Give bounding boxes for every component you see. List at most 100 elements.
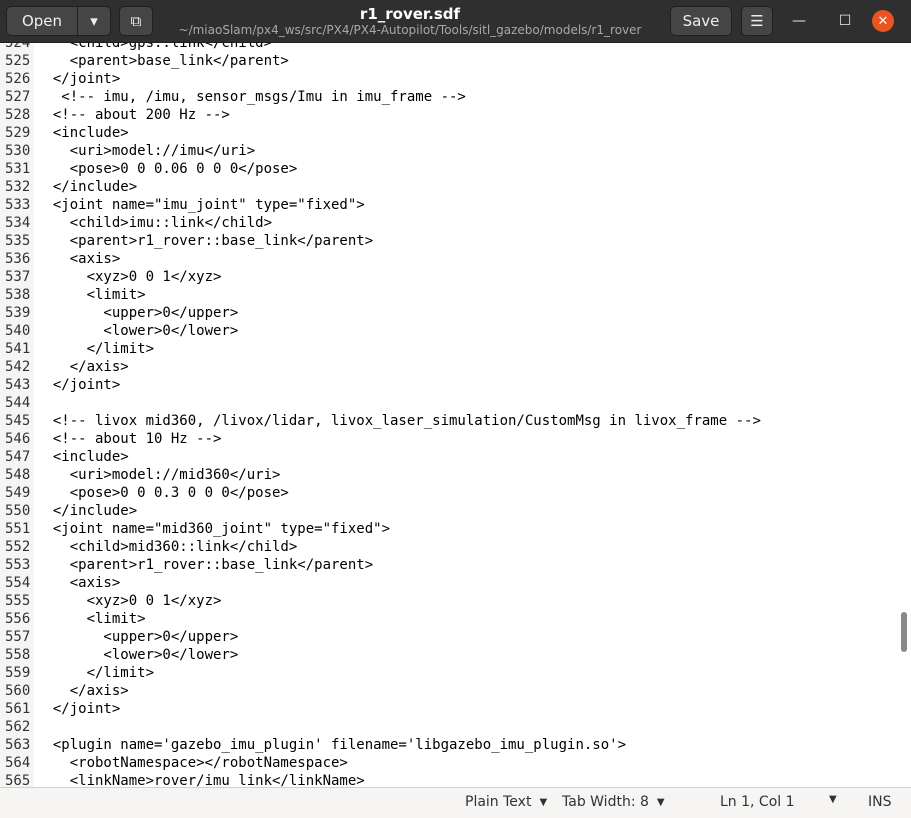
line-number: 543	[5, 377, 31, 393]
line-text: <!-- about 200 Hz -->	[36, 107, 230, 123]
cursor-position[interactable]: Ln 1, Col 1	[720, 794, 795, 810]
line-number: 549	[5, 485, 31, 501]
line-text: <limit>	[36, 611, 146, 627]
line-text: <linkName>rover/imu_link</linkName>	[36, 773, 365, 787]
line-text: <limit>	[36, 287, 146, 303]
line-text: <!-- imu, /imu, sensor_msgs/Imu in imu_f…	[36, 89, 466, 105]
hamburger-icon: ☰	[750, 12, 764, 30]
line-number: 532	[5, 179, 31, 195]
line-number: 562	[5, 719, 31, 735]
line-text: <!-- livox mid360, /livox/lidar, livox_l…	[36, 413, 761, 429]
line-number: 540	[5, 323, 31, 339]
line-text: <joint name="imu_joint" type="fixed">	[36, 197, 365, 213]
line-number: 539	[5, 305, 31, 321]
open-button-label: Open	[21, 12, 63, 30]
open-button[interactable]: Open	[6, 6, 78, 36]
line-number: 556	[5, 611, 31, 627]
line-number: 528	[5, 107, 31, 123]
maximize-button[interactable]: ☐	[834, 10, 856, 32]
line-text: </include>	[36, 179, 138, 195]
tab-width-label: Tab Width: 8	[562, 794, 649, 810]
minimize-button[interactable]: —	[788, 10, 810, 32]
line-text: <plugin name='gazebo_imu_plugin' filenam…	[36, 737, 627, 753]
line-text: </axis>	[36, 359, 129, 375]
line-number: 550	[5, 503, 31, 519]
line-text: <!-- about 10 Hz -->	[36, 431, 222, 447]
vertical-scrollbar[interactable]	[898, 43, 911, 787]
line-number: 554	[5, 575, 31, 591]
new-document-icon: ⧉	[130, 12, 142, 30]
line-text: </joint>	[36, 71, 121, 87]
file-path: ~/miaoSlam/px4_ws/src/PX4/PX4-Autopilot/…	[178, 23, 642, 37]
line-text: <parent>r1_rover::base_link</parent>	[36, 233, 374, 249]
line-number: 546	[5, 431, 31, 447]
line-text: </axis>	[36, 683, 129, 699]
line-text: <uri>model://mid360</uri>	[36, 467, 281, 483]
line-text: </limit>	[36, 341, 155, 357]
line-text: <axis>	[36, 251, 121, 267]
line-text: </limit>	[36, 665, 155, 681]
save-button-label: Save	[682, 12, 720, 30]
line-text: <pose>0 0 0.3 0 0 0</pose>	[36, 485, 289, 501]
line-number: 535	[5, 233, 31, 249]
line-text: <robotNamespace></robotNamespace>	[36, 755, 348, 771]
line-text: <lower>0</lower>	[36, 323, 239, 339]
line-text: <include>	[36, 449, 129, 465]
new-tab-button[interactable]: ⧉	[119, 6, 153, 36]
minimize-icon: —	[792, 13, 806, 29]
line-number: 560	[5, 683, 31, 699]
line-number: 530	[5, 143, 31, 159]
line-number: 541	[5, 341, 31, 357]
close-button[interactable]: ✕	[872, 10, 894, 32]
line-number: 558	[5, 647, 31, 663]
line-text: <joint name="mid360_joint" type="fixed">	[36, 521, 391, 537]
line-number: 531	[5, 161, 31, 177]
maximize-icon: ☐	[838, 13, 852, 29]
line-text: <include>	[36, 125, 129, 141]
save-button[interactable]: Save	[670, 6, 732, 36]
chevron-down-icon: ▾	[90, 12, 98, 30]
line-number: 559	[5, 665, 31, 681]
line-text: <pose>0 0 0.06 0 0 0</pose>	[36, 161, 298, 177]
line-number: 557	[5, 629, 31, 645]
line-text: <upper>0</upper>	[36, 629, 239, 645]
line-number: 548	[5, 467, 31, 483]
line-number: 542	[5, 359, 31, 375]
insert-mode[interactable]: INS	[868, 794, 892, 810]
line-text: <child>gps::link</child>	[36, 43, 273, 51]
line-text: </include>	[36, 503, 138, 519]
cursor-position-label: Ln 1, Col 1	[720, 794, 795, 810]
scrollbar-thumb[interactable]	[901, 612, 907, 652]
line-number: 534	[5, 215, 31, 231]
line-text: <xyz>0 0 1</xyz>	[36, 269, 222, 285]
line-number: 565	[5, 773, 31, 787]
line-number: 525	[5, 53, 31, 69]
line-text: <axis>	[36, 575, 121, 591]
line-number: 527	[5, 89, 31, 105]
line-text: <upper>0</upper>	[36, 305, 239, 321]
open-menu-button[interactable]: ▾	[77, 6, 111, 36]
dropdown-arrow-icon: ▼	[539, 796, 548, 808]
position-dropdown-arrow[interactable]: ▼	[829, 794, 837, 805]
line-text: <xyz>0 0 1</xyz>	[36, 593, 222, 609]
line-text: <lower>0</lower>	[36, 647, 239, 663]
language-label: Plain Text	[465, 794, 532, 810]
line-number: 536	[5, 251, 31, 267]
status-bar: Plain Text ▼ Tab Width: 8 ▼ Ln 1, Col 1 ▼ …	[0, 787, 911, 818]
language-selector[interactable]: Plain Text ▼	[465, 794, 547, 810]
insert-mode-label: INS	[868, 794, 892, 810]
line-text: </joint>	[36, 377, 121, 393]
line-number: 563	[5, 737, 31, 753]
main-menu-button[interactable]: ☰	[741, 6, 773, 36]
line-text: <child>mid360::link</child>	[36, 539, 298, 555]
line-text: <child>imu::link</child>	[36, 215, 273, 231]
line-number: 551	[5, 521, 31, 537]
line-number: 537	[5, 269, 31, 285]
line-number: 561	[5, 701, 31, 717]
tab-width-selector[interactable]: Tab Width: 8 ▼	[562, 794, 665, 810]
close-icon: ✕	[877, 13, 889, 29]
line-number: 545	[5, 413, 31, 429]
dropdown-arrow-icon: ▼	[656, 796, 665, 808]
window-title: r1_rover.sdf	[359, 5, 461, 23]
text-editor[interactable]: 524 <child>gps::link</child> 525 <parent>…	[0, 43, 898, 787]
